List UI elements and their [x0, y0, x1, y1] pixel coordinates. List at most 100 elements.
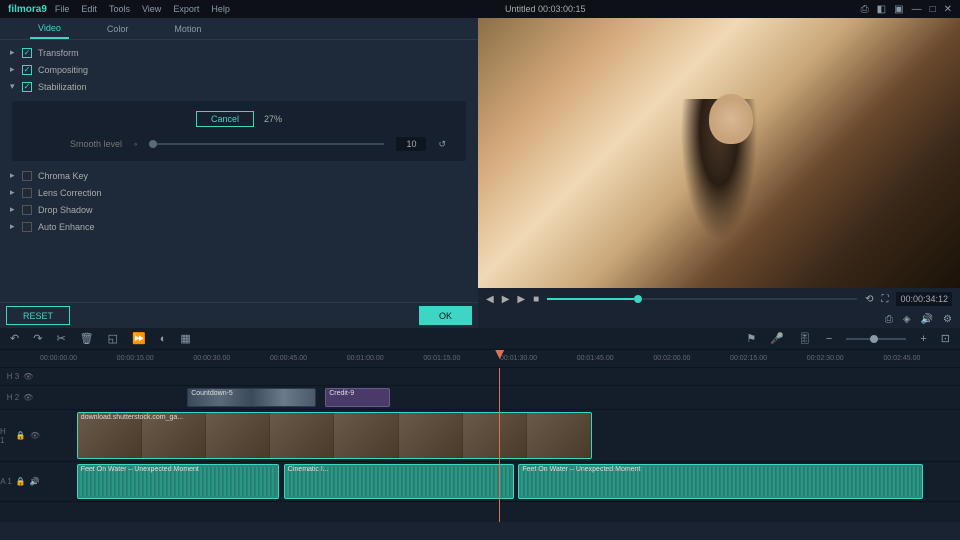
track-header: H 3 👁: [0, 372, 40, 381]
checkbox-stabilization[interactable]: [22, 82, 32, 92]
tab-color[interactable]: Color: [99, 20, 137, 38]
seek-thumb[interactable]: [634, 295, 642, 303]
layout-icon[interactable]: ◧: [877, 4, 886, 15]
menu-tools[interactable]: Tools: [109, 4, 130, 14]
ok-button[interactable]: OK: [419, 306, 472, 325]
prop-lens-correction[interactable]: ▸ Lens Correction: [0, 184, 478, 201]
panel-footer: RESET OK: [0, 302, 478, 328]
visibility-icon[interactable]: 👁: [30, 431, 40, 440]
quality-icon[interactable]: ⚙: [943, 314, 952, 325]
visibility-icon[interactable]: 👁: [23, 393, 33, 402]
checkbox-enhance[interactable]: [22, 222, 32, 232]
slider-thumb[interactable]: [149, 140, 157, 148]
undo-icon[interactable]: ↶: [10, 332, 19, 345]
playhead[interactable]: [499, 368, 500, 522]
prop-transform[interactable]: ▸ Transform: [0, 44, 478, 61]
clip-credit[interactable]: Credit-9: [325, 388, 389, 407]
track-label: H 3: [7, 372, 19, 381]
mute-icon[interactable]: 🔊: [30, 477, 40, 486]
menu-file[interactable]: File: [55, 4, 70, 14]
smooth-value[interactable]: 10: [396, 137, 426, 151]
prop-auto-enhance[interactable]: ▸ Auto Enhance: [0, 218, 478, 235]
mic-icon[interactable]: 🎤: [770, 332, 784, 345]
clip-main-video[interactable]: download.shutterstock.com_ga...: [77, 412, 592, 459]
close-icon[interactable]: ✕: [944, 4, 952, 15]
mixer-icon[interactable]: 🎚: [798, 332, 812, 345]
clip-audio-2[interactable]: Cinematic I...: [284, 464, 514, 499]
clip-countdown[interactable]: Countdown-5: [187, 388, 316, 407]
checkbox-transform[interactable]: [22, 48, 32, 58]
redo-icon[interactable]: ↷: [33, 332, 42, 345]
stop-icon[interactable]: ■: [533, 294, 539, 305]
maximize-icon[interactable]: □: [930, 4, 936, 15]
zoom-out-icon[interactable]: −: [826, 333, 832, 345]
volume-icon[interactable]: 🔊: [921, 314, 933, 325]
progress-percent: 27%: [264, 114, 282, 124]
prop-compositing[interactable]: ▸ Compositing: [0, 61, 478, 78]
cancel-button[interactable]: Cancel: [196, 111, 254, 127]
clip-audio-3[interactable]: Feet On Water – Unexpected Moment: [518, 464, 923, 499]
fullscreen-icon[interactable]: ⛶: [881, 294, 888, 305]
menu-edit[interactable]: Edit: [81, 4, 97, 14]
zoom-slider[interactable]: [846, 338, 906, 340]
chevron-right-icon[interactable]: ▸: [10, 47, 22, 58]
prop-drop-shadow[interactable]: ▸ Drop Shadow: [0, 201, 478, 218]
panel-tabs: Video Color Motion: [0, 18, 478, 40]
zoom-fit-icon[interactable]: ⊡: [941, 332, 950, 345]
menu-view[interactable]: View: [142, 4, 161, 14]
handle-icon[interactable]: ◦: [134, 139, 137, 149]
menu-help[interactable]: Help: [211, 4, 230, 14]
reset-icon[interactable]: ↺: [438, 139, 446, 150]
checkbox-shadow[interactable]: [22, 205, 32, 215]
prop-stabilization[interactable]: ▾ Stabilization: [0, 78, 478, 95]
crop-icon[interactable]: ◱: [108, 332, 118, 345]
green-screen-icon[interactable]: ▦: [180, 332, 190, 345]
chevron-down-icon[interactable]: ▾: [10, 81, 22, 92]
preview-extras: ⎙ ◈ 🔊 ⚙: [478, 310, 960, 328]
lock-icon[interactable]: 🔒: [16, 431, 26, 440]
lock-icon[interactable]: 🔒: [16, 477, 26, 486]
zoom-thumb[interactable]: [870, 335, 878, 343]
seek-bar[interactable]: [547, 298, 857, 300]
timeline-ruler[interactable]: 00:00:00.00 00:00:15.00 00:00:30.00 00:0…: [0, 350, 960, 368]
marker-add-icon[interactable]: ⚑: [746, 332, 756, 345]
color-icon[interactable]: ◐: [160, 333, 167, 345]
chevron-right-icon[interactable]: ▸: [10, 187, 22, 198]
clip-audio-1[interactable]: Feet On Water – Unexpected Moment: [77, 464, 279, 499]
prop-label: Auto Enhance: [38, 222, 95, 232]
tab-video[interactable]: Video: [30, 19, 69, 39]
chevron-right-icon[interactable]: ▸: [10, 221, 22, 232]
prev-frame-icon[interactable]: ◀: [486, 294, 494, 305]
cut-icon[interactable]: ✂: [56, 332, 65, 345]
main-menu: File Edit Tools View Export Help: [55, 4, 230, 14]
chevron-right-icon[interactable]: ▸: [10, 204, 22, 215]
checkbox-lens[interactable]: [22, 188, 32, 198]
save-icon[interactable]: ⎙: [861, 4, 869, 15]
minimize-icon[interactable]: —: [912, 4, 922, 15]
loop-icon[interactable]: ⟲: [865, 294, 873, 305]
visibility-icon[interactable]: 👁: [23, 372, 33, 381]
checkbox-chroma[interactable]: [22, 171, 32, 181]
ruler-tick: 00:01:30.00: [500, 355, 577, 362]
menu-export[interactable]: Export: [173, 4, 199, 14]
checkbox-compositing[interactable]: [22, 65, 32, 75]
settings-icon[interactable]: ▣: [894, 4, 903, 15]
chevron-right-icon[interactable]: ▸: [10, 170, 22, 181]
delete-icon[interactable]: 🗑: [80, 332, 94, 345]
chevron-right-icon[interactable]: ▸: [10, 64, 22, 75]
reset-button[interactable]: RESET: [6, 306, 70, 325]
marker-icon[interactable]: ◈: [903, 314, 911, 325]
prop-chroma-key[interactable]: ▸ Chroma Key: [0, 167, 478, 184]
stabilization-progress: Cancel 27%: [32, 111, 446, 127]
smooth-slider[interactable]: [149, 143, 384, 145]
next-frame-icon[interactable]: ▶: [517, 294, 525, 305]
tab-motion[interactable]: Motion: [166, 20, 209, 38]
timeline: ↶ ↷ ✂ 🗑 ◱ ⏩ ◐ ▦ ⚑ 🎤 🎚 − + ⊡ 00:00:00.00 …: [0, 328, 960, 522]
speed-icon[interactable]: ⏩: [132, 332, 146, 345]
ruler-tick: 00:02:45.00: [883, 355, 960, 362]
preview-viewport[interactable]: [478, 18, 960, 288]
play-icon[interactable]: ▶: [502, 294, 510, 305]
zoom-in-icon[interactable]: +: [920, 333, 926, 345]
window-controls: ⎙ ◧ ▣ — □ ✕: [861, 4, 952, 15]
snapshot-icon[interactable]: ⎙: [885, 314, 893, 325]
